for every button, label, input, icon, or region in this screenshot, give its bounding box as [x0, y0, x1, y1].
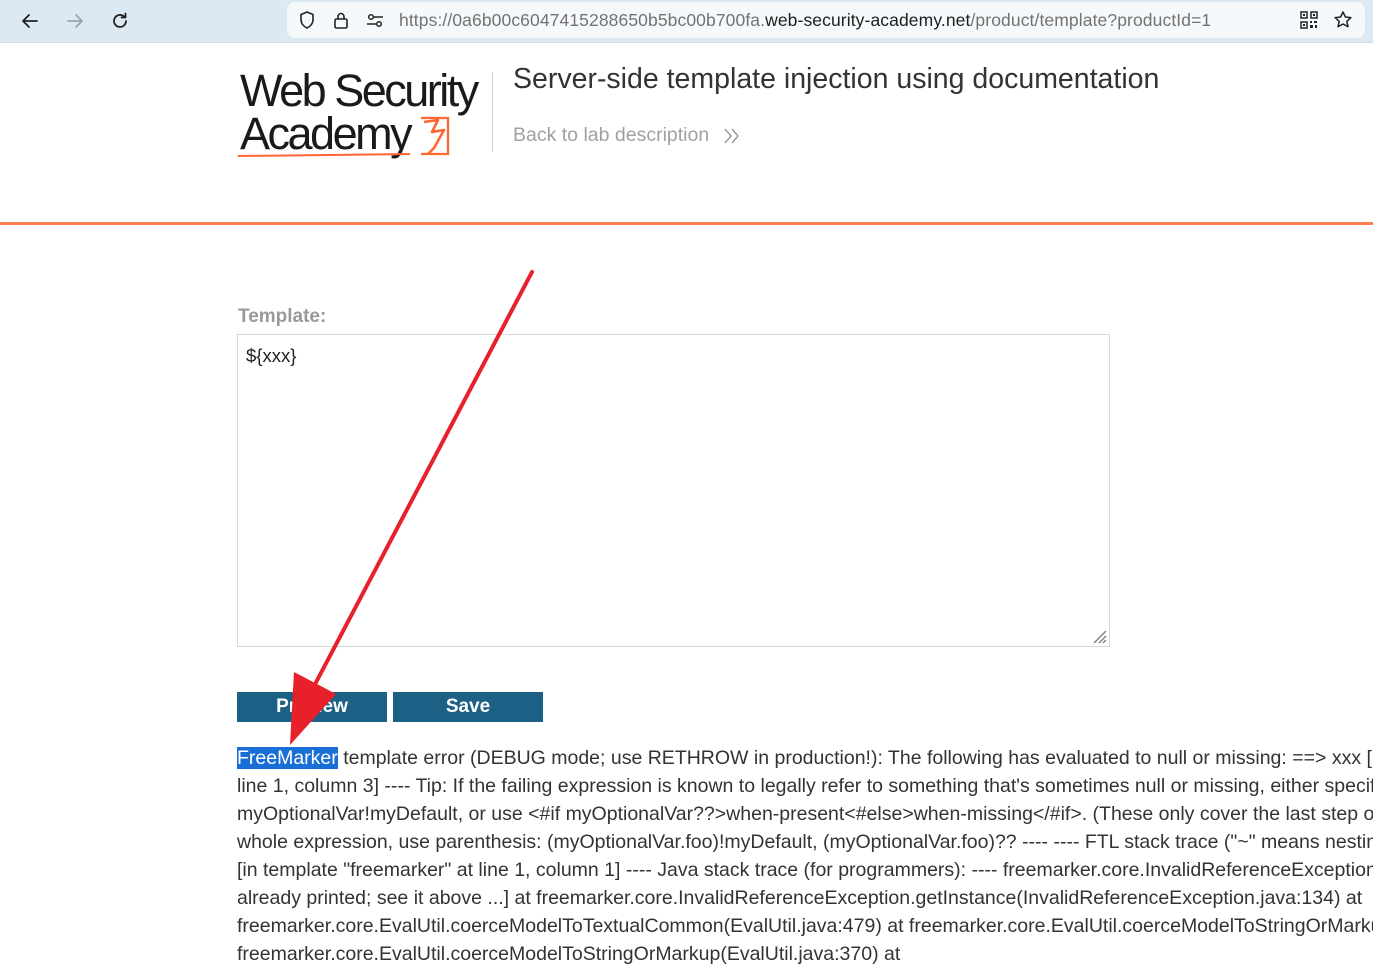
qr-code-icon[interactable]	[1299, 10, 1319, 30]
bookmark-star-icon[interactable]	[1333, 10, 1353, 30]
back-arrow-icon[interactable]	[13, 4, 47, 38]
double-chevron-right-icon[interactable]	[723, 126, 741, 146]
error-line: myOptionalVar!myDefault, or use <#if myO…	[237, 803, 1373, 825]
template-textarea[interactable]: ${xxx}	[237, 334, 1110, 647]
forward-arrow-icon[interactable]	[58, 4, 92, 38]
resize-grip-icon[interactable]	[1091, 628, 1107, 644]
template-error-output: FreeMarker template error (DEBUG mode; u…	[237, 744, 1373, 965]
template-label: Template:	[238, 306, 327, 327]
url-text[interactable]: https://0a6b00c6047415288650b5bc00b700fa…	[399, 10, 1211, 31]
error-line: FreeMarker template error (DEBUG mode; u…	[237, 747, 1373, 769]
address-bar[interactable]: https://0a6b00c6047415288650b5bc00b700fa…	[287, 2, 1365, 38]
svg-text:Academy: Academy	[240, 108, 413, 159]
web-security-academy-logo[interactable]: Web Security Academy	[237, 65, 490, 162]
error-line: freemarker.core.EvalUtil.coerceModelToSt…	[237, 943, 901, 965]
error-line: [in template "freemarker" at line 1, col…	[237, 859, 1373, 881]
save-button[interactable]: Save	[393, 692, 543, 722]
browser-toolbar: https://0a6b00c6047415288650b5bc00b700fa…	[0, 0, 1373, 43]
template-value[interactable]: ${xxx}	[246, 345, 296, 367]
error-line: already printed; see it above ...] at fr…	[237, 887, 1363, 909]
error-line: whole expression, use parenthesis: (myOp…	[237, 831, 1373, 853]
header-divider	[492, 72, 493, 152]
error-line: freemarker.core.EvalUtil.coerceModelToTe…	[237, 915, 1373, 937]
site-settings-icon[interactable]	[365, 10, 385, 30]
shield-icon[interactable]	[297, 10, 317, 30]
lab-title: Server-side template injection using doc…	[513, 63, 1160, 95]
back-to-lab-link[interactable]: Back to lab description	[513, 124, 709, 147]
reload-icon[interactable]	[103, 4, 137, 38]
error-line: line 1, column 3] ---- Tip: If the faili…	[237, 775, 1373, 797]
highlighted-freemarker: FreeMarker	[237, 747, 338, 769]
lock-icon[interactable]	[331, 10, 351, 30]
header-rule	[0, 222, 1373, 225]
preview-button[interactable]: Preview	[237, 692, 387, 722]
